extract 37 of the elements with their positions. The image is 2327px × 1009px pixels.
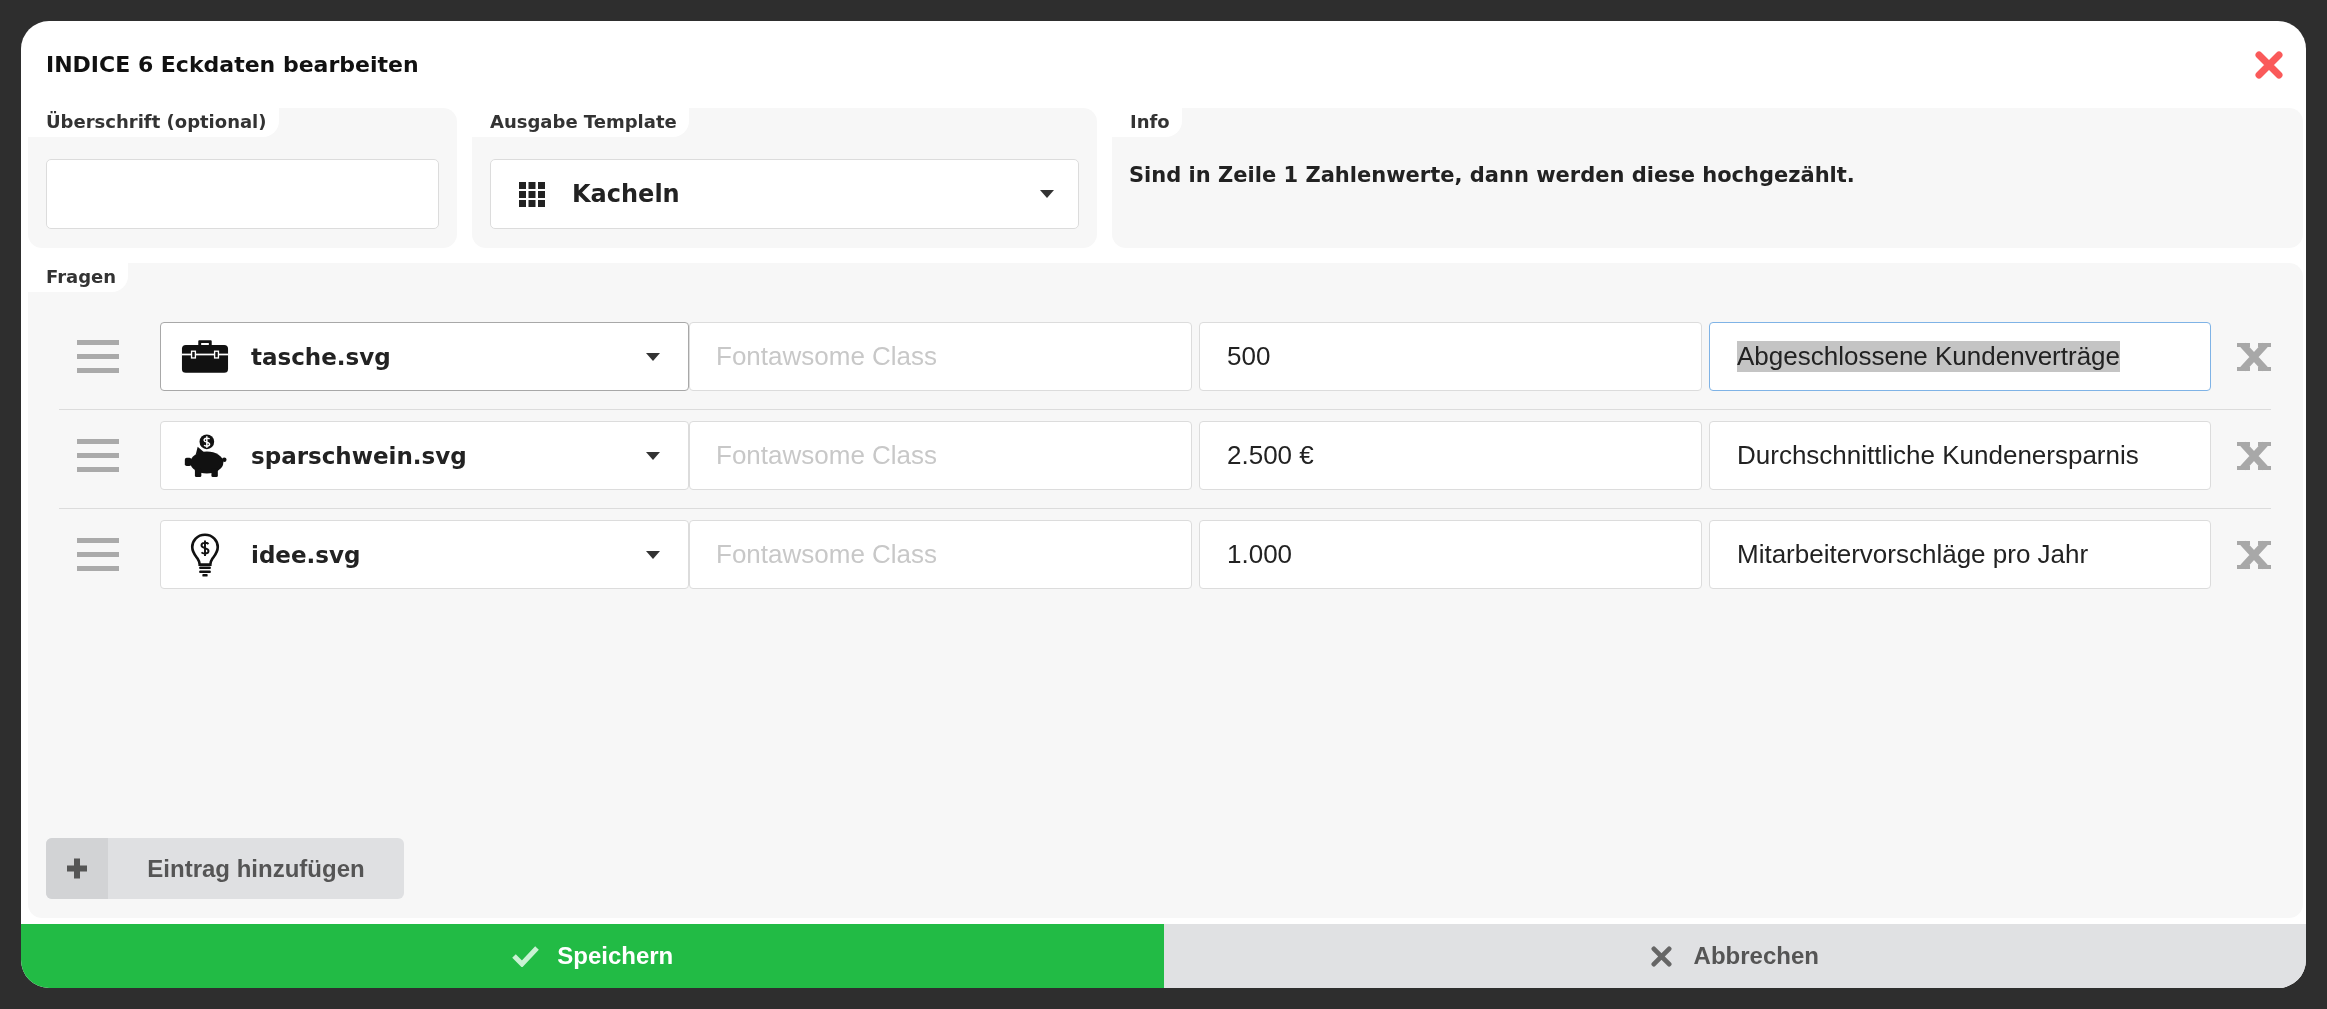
label-field[interactable]: Durchschnittliche Kundenersparnis	[1709, 421, 2211, 490]
icon-select[interactable]: sparschwein.svg	[160, 421, 689, 490]
cancel-button[interactable]: Abbrechen	[1163, 924, 2306, 988]
number-field[interactable]: 500	[1199, 322, 1702, 391]
lightbulb-icon	[190, 532, 220, 577]
plus-icon	[46, 838, 108, 899]
grid-icon	[519, 181, 545, 207]
piggy-bank-icon	[182, 433, 228, 478]
panel-label: Überschrift (optional)	[28, 108, 279, 137]
panel-label: Info	[1112, 108, 1182, 137]
close-icon[interactable]	[2254, 49, 2284, 80]
number-field[interactable]: 1.000	[1199, 520, 1702, 589]
caret-icon	[1040, 190, 1054, 198]
template-select[interactable]: Kacheln	[490, 159, 1079, 229]
label-field[interactable]: Abgeschlossene Kundenverträge	[1709, 322, 2211, 391]
dialog-title: INDICE 6 Eckdaten bearbeiten	[46, 52, 419, 77]
icon-select[interactable]: tasche.svg	[160, 322, 689, 391]
add-entry-button[interactable]: Eintrag hinzufügen	[46, 838, 404, 899]
caret-icon	[646, 550, 660, 559]
number-field[interactable]: 2.500 €	[1199, 421, 1702, 490]
bars-icon[interactable]	[77, 538, 119, 571]
label-field[interactable]: Mitarbeitervorschläge pro Jahr	[1709, 520, 2211, 589]
briefcase-icon	[181, 339, 229, 374]
panel-label: Fragen	[28, 263, 129, 292]
caret-icon	[646, 352, 660, 361]
x-icon[interactable]	[2236, 440, 2272, 471]
panel-label: Ausgabe Template	[472, 108, 689, 137]
input-field[interactable]	[46, 159, 439, 229]
x-icon[interactable]	[2236, 539, 2272, 570]
check-icon	[511, 945, 540, 967]
bars-icon[interactable]	[77, 439, 119, 472]
info-text: Sind in Zeile 1 Zahlenwerte, dann werden diese hochgezählt.	[1129, 162, 1855, 189]
x-icon	[1650, 945, 1672, 967]
icon-select[interactable]: idee.svg	[160, 520, 689, 589]
caret-icon	[646, 451, 660, 460]
bars-icon[interactable]	[77, 340, 119, 373]
x-icon[interactable]	[2236, 341, 2272, 372]
